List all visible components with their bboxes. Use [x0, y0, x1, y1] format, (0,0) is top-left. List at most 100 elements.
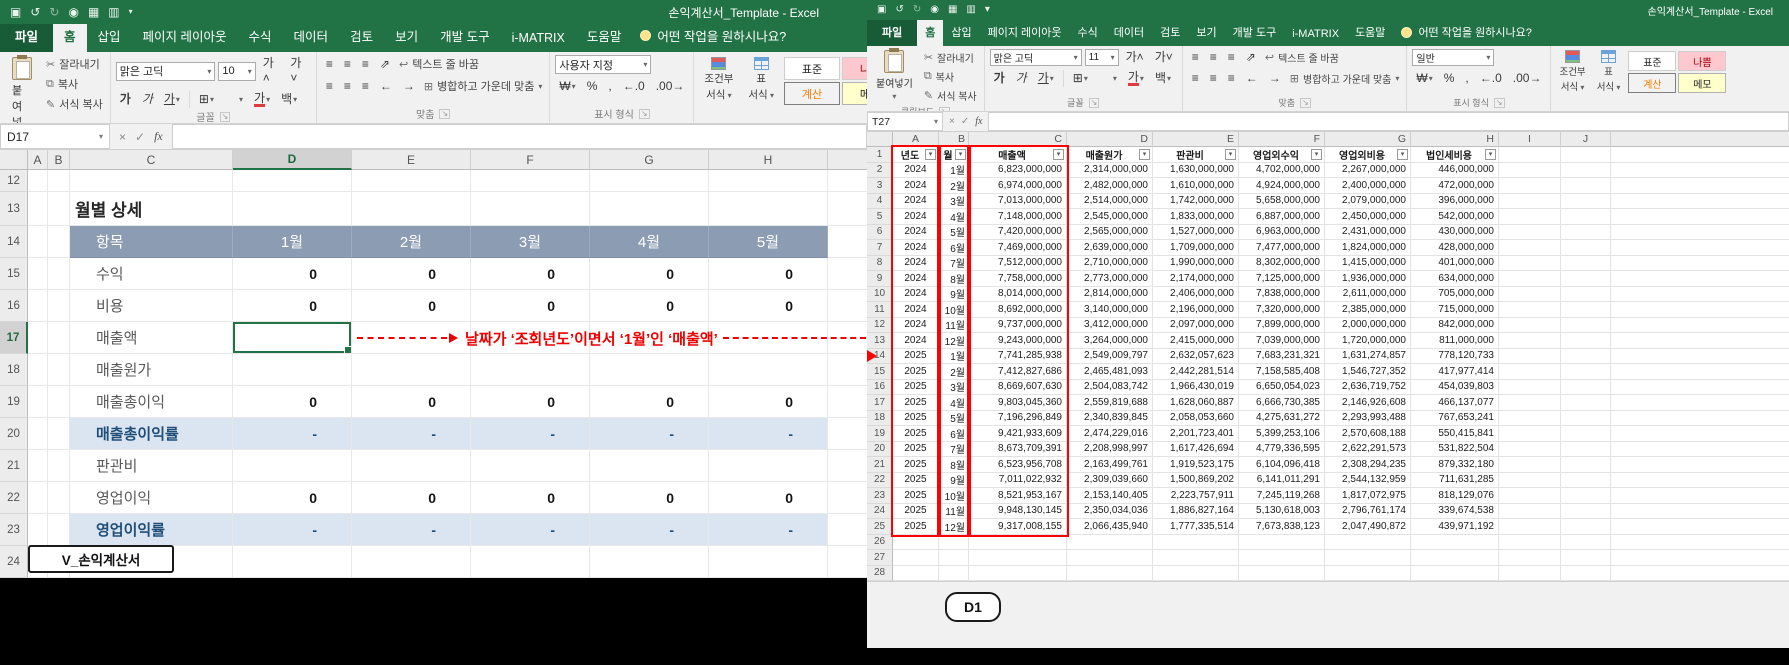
row-header-22[interactable]: 22	[0, 482, 28, 514]
cell-d16[interactable]: 2,504,083,742	[1067, 380, 1153, 396]
cell-b12[interactable]: 11월	[939, 318, 969, 334]
undo-icon[interactable]: ↺	[895, 5, 903, 15]
cell-a3[interactable]: 2024	[893, 178, 939, 194]
row-header-10[interactable]: 10	[867, 287, 893, 303]
cell-g19[interactable]: 2,570,608,188	[1325, 426, 1411, 442]
cell-h6[interactable]: 430,000,000	[1411, 225, 1499, 241]
cell-f25[interactable]: 7,673,838,123	[1239, 519, 1325, 535]
cell-e21[interactable]: 1,919,523,175	[1153, 457, 1239, 473]
save-icon[interactable]: ▣	[877, 5, 886, 15]
row-header-19[interactable]: 19	[0, 386, 28, 418]
cell-b16[interactable]: 3월	[939, 380, 969, 396]
cell-c16[interactable]: 8,669,607,630	[969, 380, 1067, 396]
row-header-20[interactable]: 20	[0, 418, 28, 450]
cell-b17[interactable]: 4월	[939, 395, 969, 411]
cell-f23[interactable]: -	[471, 514, 590, 546]
cell-a6[interactable]: 2024	[893, 225, 939, 241]
font-name-select[interactable]: 맑은 고딕▾	[990, 49, 1082, 66]
header-cell-b1[interactable]: 월▾	[939, 147, 969, 163]
cell-g16[interactable]: 0	[590, 290, 709, 322]
cell-h22[interactable]: 0	[709, 482, 828, 514]
cell-g21[interactable]: 2,308,294,235	[1325, 457, 1411, 473]
cell-g25[interactable]: 2,047,490,872	[1325, 519, 1411, 535]
cell-d10[interactable]: 2,814,000,000	[1067, 287, 1153, 303]
phonetic-button[interactable]: 백▾	[1151, 70, 1175, 87]
row-header-28[interactable]: 28	[867, 566, 893, 582]
cell-a9[interactable]: 2024	[893, 271, 939, 287]
cell-h25[interactable]: 439,971,192	[1411, 519, 1499, 535]
cell-f3[interactable]: 4,924,000,000	[1239, 178, 1325, 194]
filter-dropdown-icon[interactable]: ▾	[1139, 149, 1150, 160]
cell-g17[interactable]: 2,146,926,608	[1325, 395, 1411, 411]
cell-c2[interactable]: 6,823,000,000	[969, 163, 1067, 179]
number-format-select[interactable]: 사용자 지정▾	[555, 55, 651, 74]
cell-h4[interactable]: 396,000,000	[1411, 194, 1499, 210]
cell-d21[interactable]	[233, 450, 352, 482]
align-bottom-button[interactable]: ≡	[1224, 49, 1239, 66]
cell-h5[interactable]: 542,000,000	[1411, 209, 1499, 225]
row-header-19[interactable]: 19	[867, 426, 893, 442]
cell-d4[interactable]: 2,514,000,000	[1067, 194, 1153, 210]
cell-c8[interactable]: 7,512,000,000	[969, 256, 1067, 272]
cell-c24[interactable]: 9,948,130,145	[969, 504, 1067, 520]
column-header-b[interactable]: B	[48, 150, 70, 170]
row-header-22[interactable]: 22	[867, 473, 893, 489]
row-header-20[interactable]: 20	[867, 442, 893, 458]
tab-developer[interactable]: 개발 도구	[1225, 20, 1285, 46]
dialog-launcher-icon[interactable]: ↘	[639, 109, 650, 119]
cell-e23[interactable]: 2,223,757,911	[1153, 488, 1239, 504]
align-middle-button[interactable]: ≡	[1206, 49, 1221, 66]
tab-help[interactable]: 도움말	[1347, 20, 1393, 46]
row-header-21[interactable]: 21	[0, 450, 28, 482]
row-header-15[interactable]: 15	[867, 364, 893, 380]
underline-button[interactable]: 가▾	[1034, 70, 1058, 87]
increase-indent-button[interactable]: →	[1265, 70, 1285, 87]
column-header-c[interactable]: C	[70, 150, 233, 170]
cell-g20[interactable]: -	[590, 418, 709, 450]
filter-dropdown-icon[interactable]: ▾	[925, 149, 936, 160]
row-header-6[interactable]: 6	[867, 225, 893, 241]
row-header-18[interactable]: 18	[0, 354, 28, 386]
column-header-f[interactable]: F	[1239, 132, 1325, 147]
cell-f13[interactable]: 7,039,000,000	[1239, 333, 1325, 349]
format-as-table-button[interactable]: 표서식 ▾	[743, 55, 779, 104]
cell-g18[interactable]	[590, 354, 709, 386]
cell-f12[interactable]: 7,899,000,000	[1239, 318, 1325, 334]
cell-g2[interactable]: 2,267,000,000	[1325, 163, 1411, 179]
dialog-launcher-icon[interactable]: ↘	[1494, 98, 1505, 108]
align-left-button[interactable]: ≡	[1188, 70, 1203, 87]
cell-d18[interactable]: 2,340,839,845	[1067, 411, 1153, 427]
cell-c13[interactable]: 9,243,000,000	[969, 333, 1067, 349]
cell-h18[interactable]: 767,653,241	[1411, 411, 1499, 427]
cell-f24[interactable]: 5,130,618,003	[1239, 504, 1325, 520]
filter-dropdown-icon[interactable]: ▾	[1397, 149, 1408, 160]
style-calculation[interactable]: 계산	[784, 82, 840, 105]
cell-b24[interactable]: 11월	[939, 504, 969, 520]
row-header-12[interactable]: 12	[0, 170, 28, 192]
cell-e3[interactable]: 1,610,000,000	[1153, 178, 1239, 194]
header-cell-a1[interactable]: 년도▾	[893, 147, 939, 163]
cell-d20[interactable]: 2,208,998,997	[1067, 442, 1153, 458]
column-header-a[interactable]: A	[893, 132, 939, 147]
tab-insert[interactable]: 삽입	[943, 20, 979, 46]
cell-a8[interactable]: 2024	[893, 256, 939, 272]
column-header-i[interactable]: I	[1499, 132, 1561, 147]
cell-d24[interactable]: 2,350,034,036	[1067, 504, 1153, 520]
cell-b5[interactable]: 4월	[939, 209, 969, 225]
cell-d25[interactable]: 2,066,435,940	[1067, 519, 1153, 535]
cell-a23[interactable]: 2025	[893, 488, 939, 504]
format-painter-button[interactable]: ✎서식 복사	[44, 95, 105, 113]
italic-button[interactable]: 가	[138, 91, 157, 108]
align-right-button[interactable]: ≡	[358, 78, 373, 95]
qat-dropdown-icon[interactable]: ▾	[129, 8, 133, 16]
cell-a4[interactable]: 2024	[893, 194, 939, 210]
row-header-5[interactable]: 5	[867, 209, 893, 225]
cell-d8[interactable]: 2,710,000,000	[1067, 256, 1153, 272]
cell-g13[interactable]: 1,720,000,000	[1325, 333, 1411, 349]
cut-button[interactable]: ✂잘라내기	[44, 55, 105, 73]
font-color-button[interactable]: 가▾	[250, 91, 274, 108]
conditional-formatting-button[interactable]: 조건부서식 ▾	[699, 55, 738, 104]
cell-d16[interactable]: 0	[233, 290, 352, 322]
enter-icon[interactable]: ✓	[135, 130, 145, 144]
cell-e5[interactable]: 1,833,000,000	[1153, 209, 1239, 225]
